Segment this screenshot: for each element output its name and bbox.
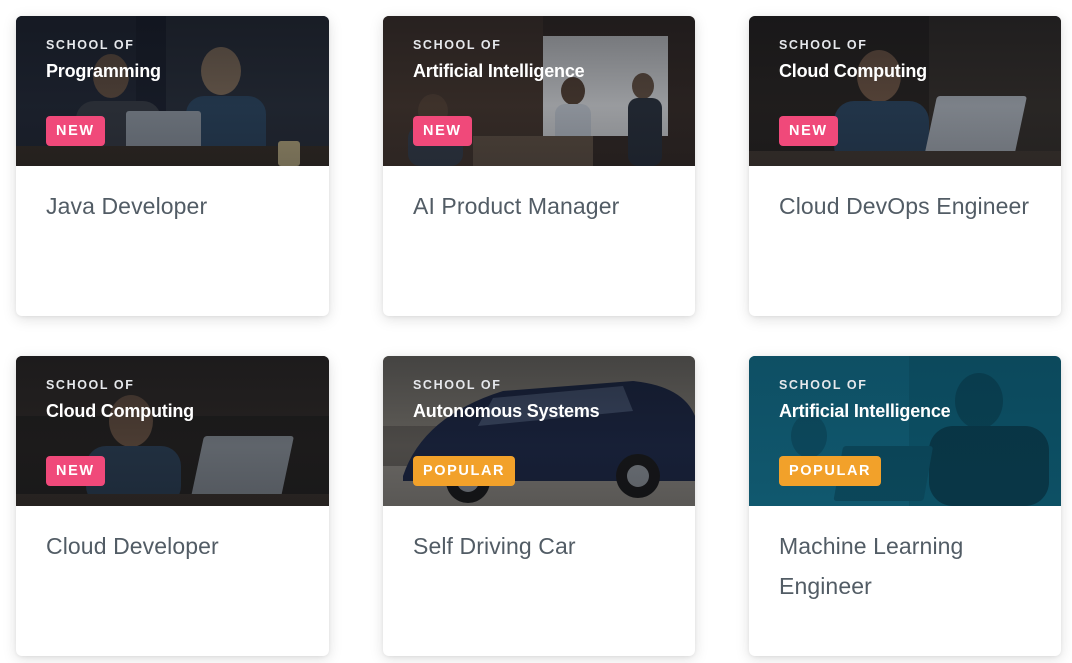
program-title[interactable]: Cloud DevOps Engineer — [779, 186, 1035, 226]
popular-badge: POPULAR — [779, 456, 882, 486]
school-name: Programming — [46, 61, 161, 81]
new-badge: NEW — [779, 116, 838, 146]
school-prefix: SCHOOL OF — [413, 38, 502, 52]
school-name: Cloud Computing — [46, 401, 194, 421]
program-card-ai-product-manager[interactable]: SCHOOL OF Artificial Intelligence NEW AI… — [383, 16, 695, 316]
new-badge: NEW — [46, 456, 105, 486]
school-name: Artificial Intelligence — [779, 401, 951, 421]
school-prefix: SCHOOL OF — [413, 378, 502, 392]
card-banner-image: SCHOOL OF Autonomous Systems POPULAR — [383, 356, 695, 506]
card-banner-image: SCHOOL OF Artificial Intelligence POPULA… — [749, 356, 1061, 506]
program-title[interactable]: Machine Learning Engineer — [779, 526, 1035, 606]
school-prefix: SCHOOL OF — [779, 38, 868, 52]
new-badge: NEW — [46, 116, 105, 146]
school-prefix: SCHOOL OF — [46, 378, 135, 392]
school-prefix: SCHOOL OF — [779, 378, 868, 392]
program-card-cloud-devops-engineer[interactable]: SCHOOL OF Cloud Computing NEW Cloud DevO… — [749, 16, 1061, 316]
school-name: Autonomous Systems — [413, 401, 600, 421]
program-card-grid: SCHOOL OF Programming NEW Java Developer… — [0, 0, 1072, 663]
program-card-machine-learning-engineer[interactable]: SCHOOL OF Artificial Intelligence POPULA… — [749, 356, 1061, 656]
card-banner-image: SCHOOL OF Cloud Computing NEW — [16, 356, 329, 506]
program-title[interactable]: Java Developer — [46, 186, 303, 226]
program-title[interactable]: AI Product Manager — [413, 186, 669, 226]
program-title[interactable]: Self Driving Car — [413, 526, 669, 566]
school-name: Artificial Intelligence — [413, 61, 585, 81]
card-banner-image: SCHOOL OF Artificial Intelligence NEW — [383, 16, 695, 166]
new-badge: NEW — [413, 116, 472, 146]
school-prefix: SCHOOL OF — [46, 38, 135, 52]
popular-badge: POPULAR — [413, 456, 516, 486]
card-banner-image: SCHOOL OF Cloud Computing NEW — [749, 16, 1061, 166]
program-card-self-driving-car[interactable]: SCHOOL OF Autonomous Systems POPULAR Sel… — [383, 356, 695, 656]
program-card-cloud-developer[interactable]: SCHOOL OF Cloud Computing NEW Cloud Deve… — [16, 356, 329, 656]
card-banner-image: SCHOOL OF Programming NEW — [16, 16, 329, 166]
program-title[interactable]: Cloud Developer — [46, 526, 303, 566]
program-card-java-developer[interactable]: SCHOOL OF Programming NEW Java Developer — [16, 16, 329, 316]
school-name: Cloud Computing — [779, 61, 927, 81]
